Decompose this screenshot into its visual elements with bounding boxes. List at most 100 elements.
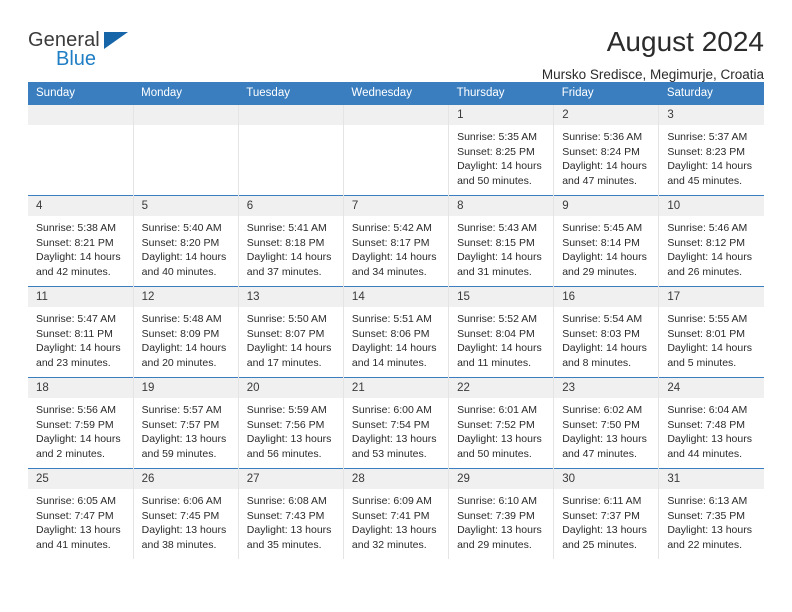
calendar-day-cell[interactable]: 16 Sunrise: 5:54 AM Sunset: 8:03 PM Dayligh… — [553, 286, 659, 378]
day-details: Sunrise: 6:09 AM Sunset: 7:41 PM Daylight:… — [344, 489, 448, 552]
weekday-header-row: Sunday Monday Tuesday Wednesday Thursday… — [28, 82, 764, 105]
daylight-text: Daylight: 14 hours and 2 minutes. — [36, 433, 121, 460]
calendar-day-cell[interactable]: 18 Sunrise: 5:56 AM Sunset: 7:59 PM Dayligh… — [28, 377, 134, 469]
day-number: 28 — [343, 469, 449, 489]
sunrise-text: Sunrise: 6:00 AM — [351, 404, 432, 416]
calendar-day-cell[interactable]: 27 Sunrise: 6:08 AM Sunset: 7:43 PM Dayligh… — [237, 468, 344, 559]
sunset-text: Sunset: 7:43 PM — [246, 509, 325, 522]
calendar-cell-empty — [132, 105, 239, 196]
weekday-header-wednesday: Wednesday — [343, 82, 449, 105]
day-number — [133, 105, 238, 125]
day-number: 23 — [554, 378, 659, 398]
daylight-text: Daylight: 14 hours and 37 minutes. — [246, 251, 332, 278]
sunrise-text: Sunrise: 5:57 AM — [141, 404, 222, 416]
triangle-icon — [104, 32, 128, 49]
calendar-day-cell[interactable]: 1 Sunrise: 5:35 AM Sunset: 8:25 PM Daylight… — [448, 105, 554, 196]
calendar-day-cell[interactable]: 23 Sunrise: 6:02 AM Sunset: 7:50 PM Dayligh… — [553, 377, 659, 469]
calendar-week-row: 11 Sunrise: 5:47 AM Sunset: 8:11 PM Dayligh… — [28, 286, 764, 378]
day-number: 16 — [554, 287, 659, 307]
day-number: 6 — [238, 196, 343, 216]
day-number: 11 — [28, 287, 133, 307]
calendar-day-cell[interactable]: 29 Sunrise: 6:10 AM Sunset: 7:39 PM Dayligh… — [448, 468, 554, 559]
sunrise-text: Sunrise: 5:41 AM — [246, 222, 327, 234]
day-details: Sunrise: 5:48 AM Sunset: 8:09 PM Daylight:… — [134, 307, 238, 370]
day-number: 3 — [659, 105, 764, 125]
calendar-day-cell[interactable]: 12 Sunrise: 5:48 AM Sunset: 8:09 PM Dayligh… — [132, 286, 239, 378]
calendar-day-cell[interactable]: 31 Sunrise: 6:13 AM Sunset: 7:35 PM Dayligh… — [658, 468, 764, 559]
sunset-text: Sunset: 8:14 PM — [562, 236, 640, 249]
calendar-day-cell[interactable]: 13 Sunrise: 5:50 AM Sunset: 8:07 PM Dayligh… — [237, 286, 344, 378]
sunset-text: Sunset: 8:24 PM — [562, 145, 640, 158]
calendar-day-cell[interactable]: 9 Sunrise: 5:45 AM Sunset: 8:14 PM Daylight… — [553, 195, 659, 287]
calendar-week-row: 25 Sunrise: 6:05 AM Sunset: 7:47 PM Dayligh… — [28, 468, 764, 559]
sunset-text: Sunset: 7:52 PM — [457, 418, 535, 431]
calendar-day-cell[interactable]: 4 Sunrise: 5:38 AM Sunset: 8:21 PM Daylight… — [28, 195, 134, 287]
calendar-day-cell[interactable]: 28 Sunrise: 6:09 AM Sunset: 7:41 PM Dayligh… — [342, 468, 449, 559]
day-number: 13 — [238, 287, 343, 307]
daylight-text: Daylight: 13 hours and 44 minutes. — [667, 433, 752, 460]
calendar-day-cell[interactable]: 2 Sunrise: 5:36 AM Sunset: 8:24 PM Daylight… — [553, 105, 659, 196]
calendar-day-cell[interactable]: 25 Sunrise: 6:05 AM Sunset: 7:47 PM Dayligh… — [28, 468, 134, 559]
day-details: Sunrise: 6:05 AM Sunset: 7:47 PM Daylight:… — [28, 489, 133, 552]
daylight-text: Daylight: 13 hours and 35 minutes. — [246, 524, 332, 551]
calendar-day-cell[interactable]: 19 Sunrise: 5:57 AM Sunset: 7:57 PM Dayligh… — [132, 377, 239, 469]
sunset-text: Sunset: 8:20 PM — [141, 236, 220, 249]
daylight-text: Daylight: 13 hours and 50 minutes. — [457, 433, 542, 460]
day-details: Sunrise: 5:51 AM Sunset: 8:06 PM Daylight:… — [344, 307, 448, 370]
sunrise-text: Sunrise: 5:51 AM — [351, 313, 432, 325]
calendar-day-cell[interactable]: 24 Sunrise: 6:04 AM Sunset: 7:48 PM Dayligh… — [658, 377, 764, 469]
daylight-text: Daylight: 14 hours and 31 minutes. — [457, 251, 542, 278]
sunrise-text: Sunrise: 5:54 AM — [562, 313, 643, 325]
calendar-day-cell[interactable]: 3 Sunrise: 5:37 AM Sunset: 8:23 PM Daylight… — [658, 105, 764, 196]
daylight-text: Daylight: 13 hours and 32 minutes. — [351, 524, 437, 551]
weekday-header-sunday: Sunday — [28, 82, 134, 105]
calendar-day-cell[interactable]: 10 Sunrise: 5:46 AM Sunset: 8:12 PM Dayligh… — [658, 195, 764, 287]
calendar-day-cell[interactable]: 21 Sunrise: 6:00 AM Sunset: 7:54 PM Dayligh… — [342, 377, 449, 469]
calendar-day-cell[interactable]: 20 Sunrise: 5:59 AM Sunset: 7:56 PM Dayligh… — [237, 377, 344, 469]
day-details: Sunrise: 5:36 AM Sunset: 8:24 PM Daylight:… — [554, 125, 658, 188]
sunrise-text: Sunrise: 6:06 AM — [141, 495, 222, 507]
day-details: Sunrise: 5:41 AM Sunset: 8:18 PM Daylight:… — [239, 216, 343, 279]
sunset-text: Sunset: 8:06 PM — [351, 327, 430, 340]
calendar-day-cell[interactable]: 22 Sunrise: 6:01 AM Sunset: 7:52 PM Dayligh… — [448, 377, 554, 469]
day-details: Sunrise: 5:40 AM Sunset: 8:20 PM Daylight:… — [134, 216, 238, 279]
day-number: 18 — [28, 378, 133, 398]
calendar-day-cell[interactable]: 14 Sunrise: 5:51 AM Sunset: 8:06 PM Dayligh… — [342, 286, 449, 378]
calendar-page: General Blue August 2024 Mursko Sredisce… — [0, 0, 792, 612]
sunset-text: Sunset: 7:41 PM — [351, 509, 430, 522]
day-number: 29 — [449, 469, 554, 489]
day-number: 30 — [554, 469, 659, 489]
day-details: Sunrise: 5:52 AM Sunset: 8:04 PM Daylight:… — [449, 307, 553, 370]
sunrise-text: Sunrise: 5:52 AM — [457, 313, 538, 325]
brand-logo[interactable]: General Blue — [28, 26, 146, 69]
day-number — [238, 105, 343, 125]
sunrise-text: Sunrise: 6:13 AM — [667, 495, 748, 507]
calendar-day-cell[interactable]: 30 Sunrise: 6:11 AM Sunset: 7:37 PM Dayligh… — [553, 468, 659, 559]
calendar-day-cell[interactable]: 15 Sunrise: 5:52 AM Sunset: 8:04 PM Dayligh… — [448, 286, 554, 378]
sunset-text: Sunset: 8:12 PM — [667, 236, 745, 249]
sunset-text: Sunset: 8:25 PM — [457, 145, 535, 158]
calendar-grid: Sunday Monday Tuesday Wednesday Thursday… — [28, 82, 764, 559]
sunrise-text: Sunrise: 5:42 AM — [351, 222, 432, 234]
sunrise-text: Sunrise: 5:55 AM — [667, 313, 748, 325]
day-details: Sunrise: 5:56 AM Sunset: 7:59 PM Daylight:… — [28, 398, 133, 461]
calendar-day-cell[interactable]: 5 Sunrise: 5:40 AM Sunset: 8:20 PM Daylight… — [132, 195, 239, 287]
calendar-day-cell[interactable]: 17 Sunrise: 5:55 AM Sunset: 8:01 PM Dayligh… — [658, 286, 764, 378]
day-number: 19 — [133, 378, 238, 398]
sunrise-text: Sunrise: 6:08 AM — [246, 495, 327, 507]
sunrise-text: Sunrise: 5:36 AM — [562, 131, 643, 143]
calendar-day-cell[interactable]: 26 Sunrise: 6:06 AM Sunset: 7:45 PM Dayligh… — [132, 468, 239, 559]
day-details: Sunrise: 5:47 AM Sunset: 8:11 PM Daylight:… — [28, 307, 133, 370]
day-details: Sunrise: 6:04 AM Sunset: 7:48 PM Daylight:… — [659, 398, 764, 461]
daylight-text: Daylight: 14 hours and 40 minutes. — [141, 251, 227, 278]
sunset-text: Sunset: 7:56 PM — [246, 418, 325, 431]
sunrise-text: Sunrise: 5:47 AM — [36, 313, 116, 325]
day-number — [343, 105, 449, 125]
day-details: Sunrise: 6:01 AM Sunset: 7:52 PM Daylight:… — [449, 398, 553, 461]
calendar-week-row: 1 Sunrise: 5:35 AM Sunset: 8:25 PM Daylight… — [28, 105, 764, 196]
calendar-day-cell[interactable]: 6 Sunrise: 5:41 AM Sunset: 8:18 PM Daylight… — [237, 195, 344, 287]
daylight-text: Daylight: 13 hours and 25 minutes. — [562, 524, 647, 551]
calendar-day-cell[interactable]: 7 Sunrise: 5:42 AM Sunset: 8:17 PM Daylight… — [342, 195, 449, 287]
calendar-day-cell[interactable]: 11 Sunrise: 5:47 AM Sunset: 8:11 PM Dayligh… — [28, 286, 134, 378]
calendar-day-cell[interactable]: 8 Sunrise: 5:43 AM Sunset: 8:15 PM Daylight… — [448, 195, 554, 287]
